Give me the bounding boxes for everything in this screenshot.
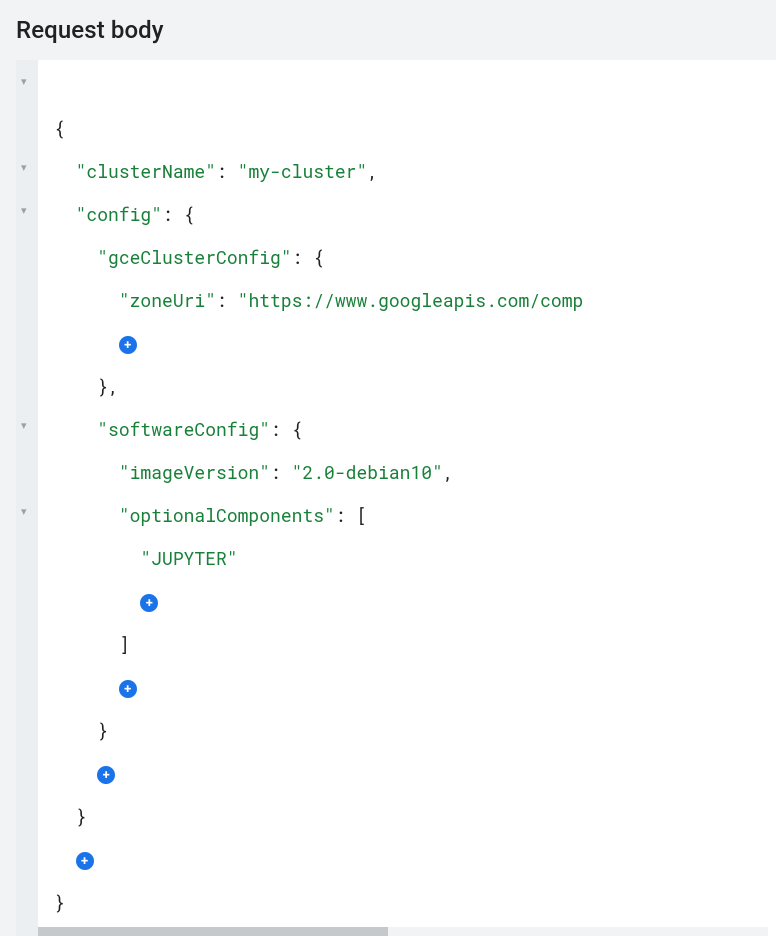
colon: : bbox=[162, 202, 184, 226]
key-gceClusterConfig: "gceClusterConfig" bbox=[97, 245, 291, 269]
array-item-0: "JUPYTER" bbox=[140, 546, 237, 570]
key-imageVersion: "imageVersion" bbox=[119, 460, 270, 484]
val-imageVersion: "2.0-debian10" bbox=[292, 460, 443, 484]
bracket-close: ] bbox=[119, 632, 130, 656]
add-array-item-button[interactable] bbox=[140, 594, 158, 612]
key-optionalComponents: "optionalComponents" bbox=[119, 503, 335, 527]
section-title: Request body bbox=[16, 16, 776, 44]
key-zoneUri: "zoneUri" bbox=[119, 288, 216, 312]
add-field-button[interactable] bbox=[76, 852, 94, 870]
fold-toggle[interactable]: ▾ bbox=[21, 161, 27, 174]
add-field-button[interactable] bbox=[119, 336, 137, 354]
fold-toggle[interactable]: ▾ bbox=[21, 505, 27, 518]
add-field-button[interactable] bbox=[119, 680, 137, 698]
bracket-open: [ bbox=[356, 503, 367, 527]
key-softwareConfig: "softwareConfig" bbox=[97, 417, 270, 441]
comma: , bbox=[443, 460, 454, 484]
brace-open: { bbox=[54, 116, 65, 140]
fold-toggle[interactable]: ▾ bbox=[21, 75, 27, 88]
colon: : bbox=[270, 417, 292, 441]
colon: : bbox=[270, 460, 292, 484]
json-editor: ▾ ▾ ▾ ▾ ▾ { "clusterName": "my-cluster",… bbox=[16, 60, 776, 936]
brace-open: { bbox=[184, 202, 195, 226]
val-zoneUri: "https://www.googleapis.com/comp bbox=[238, 288, 584, 312]
scrollbar-thumb[interactable] bbox=[38, 927, 388, 936]
fold-toggle[interactable]: ▾ bbox=[21, 204, 27, 217]
colon: : bbox=[292, 245, 314, 269]
brace-open: { bbox=[292, 417, 303, 441]
key-config: "config" bbox=[76, 202, 162, 226]
colon: : bbox=[216, 288, 238, 312]
key-clusterName: "clusterName" bbox=[76, 159, 216, 183]
code-area[interactable]: { "clusterName": "my-cluster", "config":… bbox=[16, 60, 776, 924]
fold-toggle[interactable]: ▾ bbox=[21, 419, 27, 432]
colon: : bbox=[216, 159, 238, 183]
brace-close: }, bbox=[97, 374, 119, 398]
brace-close: } bbox=[97, 718, 108, 742]
brace-close: } bbox=[54, 890, 65, 914]
colon: : bbox=[335, 503, 357, 527]
brace-open: { bbox=[313, 245, 324, 269]
comma: , bbox=[367, 159, 378, 183]
brace-close: } bbox=[76, 804, 87, 828]
fold-gutter: ▾ ▾ ▾ ▾ ▾ bbox=[16, 60, 38, 936]
val-clusterName: "my-cluster" bbox=[238, 159, 368, 183]
horizontal-scrollbar[interactable] bbox=[38, 924, 768, 936]
add-field-button[interactable] bbox=[97, 766, 115, 784]
